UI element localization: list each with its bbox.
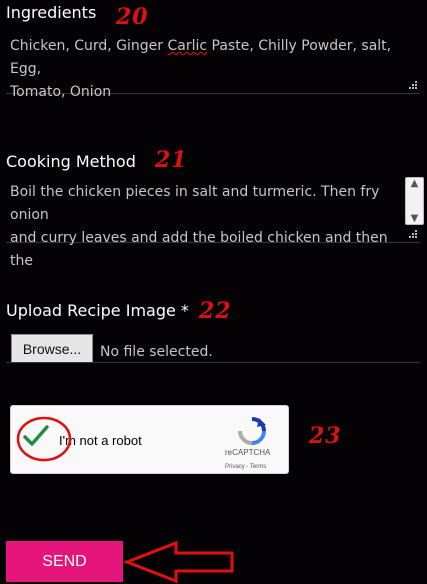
annotation-arrow-icon <box>124 540 234 584</box>
upload-divider <box>6 362 420 363</box>
scroll-down-icon[interactable]: ▼ <box>411 213 419 224</box>
annotation-circle <box>16 416 72 462</box>
ingredients-label: Ingredients <box>6 3 97 22</box>
upload-image-label: Upload Recipe Image * <box>6 301 189 320</box>
step-number-21: 21 <box>155 147 188 173</box>
cooking-method-textarea[interactable]: Boil the chicken pieces in salt and turm… <box>6 178 420 269</box>
resize-grip-icon[interactable] <box>409 81 418 90</box>
recaptcha-brand: reCAPTCHA <box>225 448 271 457</box>
file-status: No file selected. <box>100 344 213 360</box>
recaptcha-logo-icon <box>238 417 266 445</box>
browse-button[interactable]: Browse... <box>11 334 93 363</box>
ingredients-textarea[interactable]: Chicken, Curd, Ginger Carlic Paste, Chil… <box>6 32 420 100</box>
textarea-scrollbar[interactable]: ▲ ▼ <box>405 177 424 225</box>
cooking-method-text: Boil the chicken pieces in salt and turm… <box>10 184 388 269</box>
resize-grip-icon[interactable] <box>409 230 418 239</box>
step-number-20: 20 <box>116 4 149 30</box>
step-number-23: 23 <box>309 423 342 449</box>
step-number-22: 22 <box>199 298 232 324</box>
send-button[interactable]: SEND <box>6 541 123 582</box>
ingredients-text: Chicken, Curd, Ginger Carlic Paste, Chil… <box>10 38 392 100</box>
recaptcha-privacy-terms[interactable]: Privacy - Terms <box>225 464 266 470</box>
scroll-up-icon[interactable]: ▲ <box>411 178 419 189</box>
cooking-method-label: Cooking Method <box>6 152 136 171</box>
